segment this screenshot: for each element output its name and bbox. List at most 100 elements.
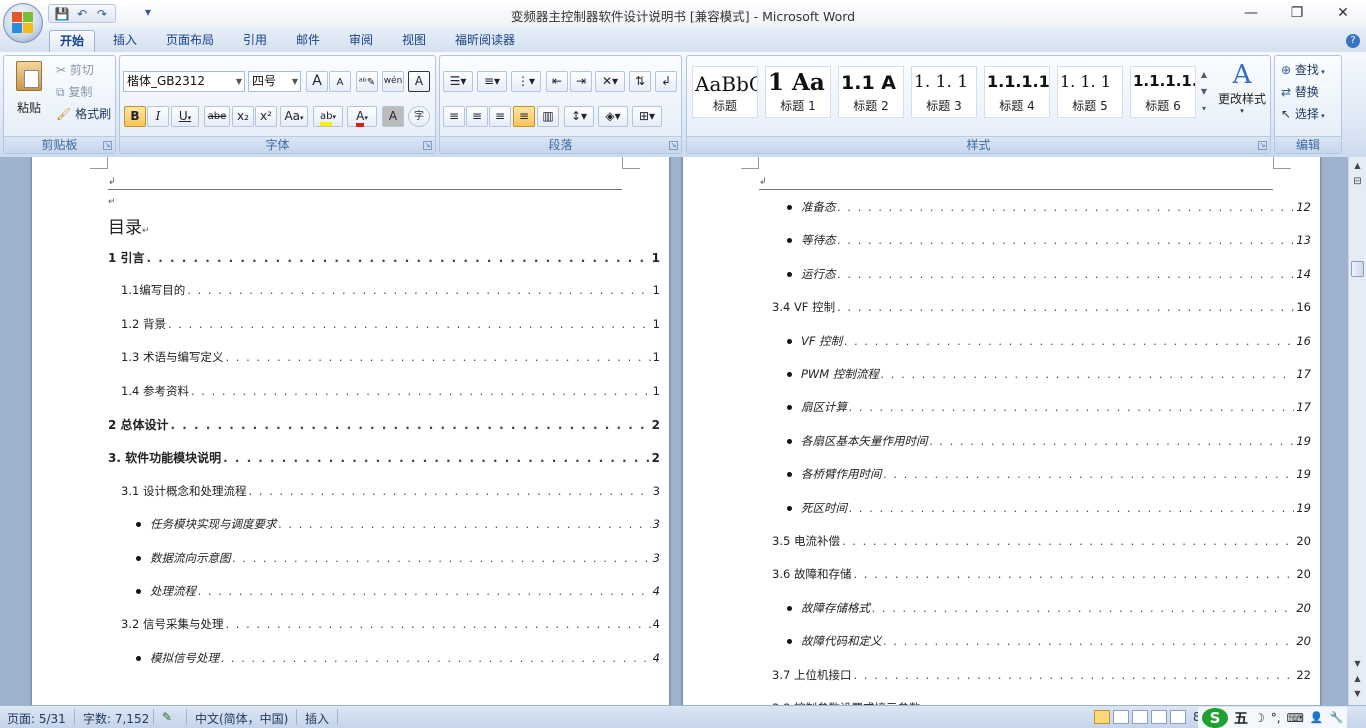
vertical-scrollbar[interactable]: ▲ ⊟ ▼ ▲ ▼ — [1348, 157, 1366, 705]
bullets-button[interactable]: ☰▾ — [443, 71, 473, 92]
styles-scroll[interactable]: ▲ ▼ ▾ — [1198, 66, 1210, 118]
style-heading-2[interactable]: 1.1 A 标题 2 — [838, 66, 904, 118]
line-spacing-button[interactable]: ↕▾ — [564, 106, 594, 127]
char-border-button[interactable]: A — [408, 71, 430, 92]
chinese-layout-button[interactable]: ✕▾ — [595, 71, 625, 92]
show-marks-button[interactable]: ↲ — [655, 71, 677, 92]
shrink-font-button[interactable]: A — [329, 71, 351, 92]
next-page-icon[interactable]: ▼ — [1350, 687, 1365, 701]
toc-entry[interactable]: 处理流程 4 — [150, 583, 660, 599]
sort-button[interactable]: ⇅ — [629, 71, 651, 92]
toc-entry[interactable]: 各扇区基本矢量作用时间 19 — [801, 433, 1311, 449]
toc-entry[interactable]: VF 控制 16 — [801, 333, 1311, 349]
copy-button[interactable]: ⧉ 复制 — [56, 82, 92, 102]
bold-button[interactable]: B — [124, 106, 146, 127]
tab-insert[interactable]: 插入 — [105, 30, 145, 52]
toc-entry[interactable]: 3.5 电流补偿 20 — [772, 533, 1311, 549]
toc-entry[interactable]: 2 总体设计 2 — [108, 416, 660, 433]
sogou-logo-icon[interactable]: S — [1202, 707, 1228, 728]
proofing-icon[interactable]: ✎ — [162, 710, 172, 724]
scroll-down-icon[interactable]: ▼ — [1350, 657, 1365, 671]
style-heading-3[interactable]: 1. 1. 1 标题 3 — [911, 66, 977, 118]
increase-indent-button[interactable]: ⇥ — [570, 71, 592, 92]
distribute-button[interactable]: ▥ — [537, 106, 559, 127]
toc-entry[interactable]: 3.2 信号采集与处理 4 — [121, 616, 660, 632]
outline-icon[interactable] — [1151, 710, 1167, 724]
phonetic-guide-button[interactable]: wén — [382, 71, 404, 92]
strikethrough-button[interactable]: abe — [204, 106, 230, 127]
draft-icon[interactable] — [1170, 710, 1186, 724]
justify-button[interactable]: ≡ — [513, 106, 535, 127]
user-icon[interactable]: 👤 — [1310, 711, 1324, 724]
font-color-button[interactable]: A▾ — [347, 106, 377, 127]
align-center-button[interactable]: ≡ — [466, 106, 488, 127]
paragraph-launcher-icon[interactable]: ↘ — [669, 141, 678, 150]
close-button[interactable]: ✕ — [1320, 0, 1366, 26]
underline-button[interactable]: U▾ — [171, 106, 199, 127]
toc-entry[interactable]: 1 引言 1 — [108, 249, 660, 266]
scroll-up-icon[interactable]: ▲ — [1350, 159, 1365, 173]
font-name-combo[interactable]: 楷体_GB2312 ▼ — [123, 71, 245, 92]
align-right-button[interactable]: ≡ — [489, 106, 511, 127]
tab-home[interactable]: 开始 — [49, 30, 95, 52]
toc-entry[interactable]: 1.2 背景 1 — [121, 316, 660, 332]
toc-entry[interactable]: 3.4 VF 控制 16 — [772, 299, 1311, 315]
style-title[interactable]: AaBbC 标题 — [692, 66, 758, 118]
prev-page-icon[interactable]: ▲ — [1350, 672, 1365, 686]
toc-entry[interactable]: 1.4 参考资料 1 — [121, 383, 660, 399]
borders-button[interactable]: ⊞▾ — [632, 106, 662, 127]
tab-foxit-reader[interactable]: 福昕阅读器 — [448, 30, 522, 52]
superscript-button[interactable]: x² — [255, 106, 277, 127]
style-heading-6[interactable]: 1.1.1.1. 标题 6 — [1130, 66, 1196, 118]
toc-entry[interactable]: 故障代码和定义 20 — [801, 633, 1311, 649]
toc-entry[interactable]: 3.1 设计概念和处理流程 3 — [121, 483, 660, 499]
insert-mode-indicator[interactable]: 插入 — [305, 710, 329, 727]
char-shading-button[interactable]: A — [382, 106, 404, 127]
font-size-combo[interactable]: 四号 ▼ — [248, 71, 301, 92]
page-right[interactable]: ↲ 准备态 12 等待态 13 运行态 14 3.4 VF 控制 16 VF 控制 16 PWM 控… — [683, 157, 1320, 705]
tab-review[interactable]: 审阅 — [341, 30, 381, 52]
minimize-button[interactable]: — — [1228, 0, 1274, 26]
toc-entry[interactable]: 模拟信号处理 4 — [150, 650, 660, 666]
tab-page-layout[interactable]: 页面布局 — [158, 30, 222, 52]
moon-icon[interactable]: ☽ — [1254, 711, 1265, 725]
toc-entry[interactable]: 3. 软件功能模块说明 2 — [108, 449, 660, 466]
toc-entry[interactable]: 3.6 故障和存储 20 — [772, 566, 1311, 582]
clear-format-button[interactable]: ᵃᵇ✎ — [356, 71, 378, 92]
grow-font-button[interactable]: A — [306, 71, 328, 92]
toc-entry[interactable]: PWM 控制流程 17 — [801, 366, 1311, 382]
toc-entry[interactable]: 准备态 12 — [801, 199, 1311, 215]
office-button[interactable] — [3, 3, 43, 43]
paste-button[interactable]: 粘贴 — [10, 59, 48, 129]
select-button[interactable]: ↖ 选择 ▾ — [1281, 104, 1325, 124]
numbering-button[interactable]: ≡▾ — [477, 71, 507, 92]
style-heading-1[interactable]: 1 Aa 标题 1 — [765, 66, 831, 118]
web-layout-icon[interactable] — [1132, 710, 1148, 724]
change-case-button[interactable]: Aa▾ — [280, 106, 308, 127]
tab-references[interactable]: 引用 — [235, 30, 275, 52]
toc-entry[interactable]: 等待态 13 — [801, 232, 1311, 248]
scroll-thumb[interactable] — [1351, 261, 1364, 277]
restore-button[interactable]: ❐ — [1274, 0, 1320, 26]
subscript-button[interactable]: x₂ — [232, 106, 254, 127]
toc-entry[interactable]: 3.7 上位机接口 22 — [772, 667, 1311, 683]
shading-button[interactable]: ◈▾ — [598, 106, 628, 127]
keyboard-icon[interactable]: ⌨ — [1287, 711, 1304, 725]
tools-icon[interactable]: 🔧 — [1330, 711, 1344, 724]
toc-entry[interactable]: 故障存储格式 20 — [801, 600, 1311, 616]
toc-entry[interactable]: 扇区计算 17 — [801, 399, 1311, 415]
align-left-button[interactable]: ≡ — [443, 106, 465, 127]
styles-launcher-icon[interactable]: ↘ — [1258, 141, 1267, 150]
font-launcher-icon[interactable]: ↘ — [423, 141, 432, 150]
word-count[interactable]: 字数: 7,152 — [83, 710, 149, 727]
language-indicator[interactable]: 中文(简体，中国) — [195, 710, 288, 727]
toc-entry[interactable]: 各桥臂作用时间 19 — [801, 466, 1311, 482]
italic-button[interactable]: I — [147, 106, 169, 127]
ruler-toggle-icon[interactable]: ⊟ — [1350, 175, 1365, 189]
highlight-button[interactable]: ab▾ — [313, 106, 343, 127]
print-layout-icon[interactable] — [1094, 710, 1110, 724]
replace-button[interactable]: ⇄ 替换 — [1281, 82, 1319, 102]
page-count[interactable]: 页面: 5/31 — [7, 710, 66, 727]
toc-entry[interactable]: 1.1编写目的 1 — [121, 282, 660, 298]
format-painter-button[interactable]: 🖌 格式刷 — [56, 104, 111, 124]
